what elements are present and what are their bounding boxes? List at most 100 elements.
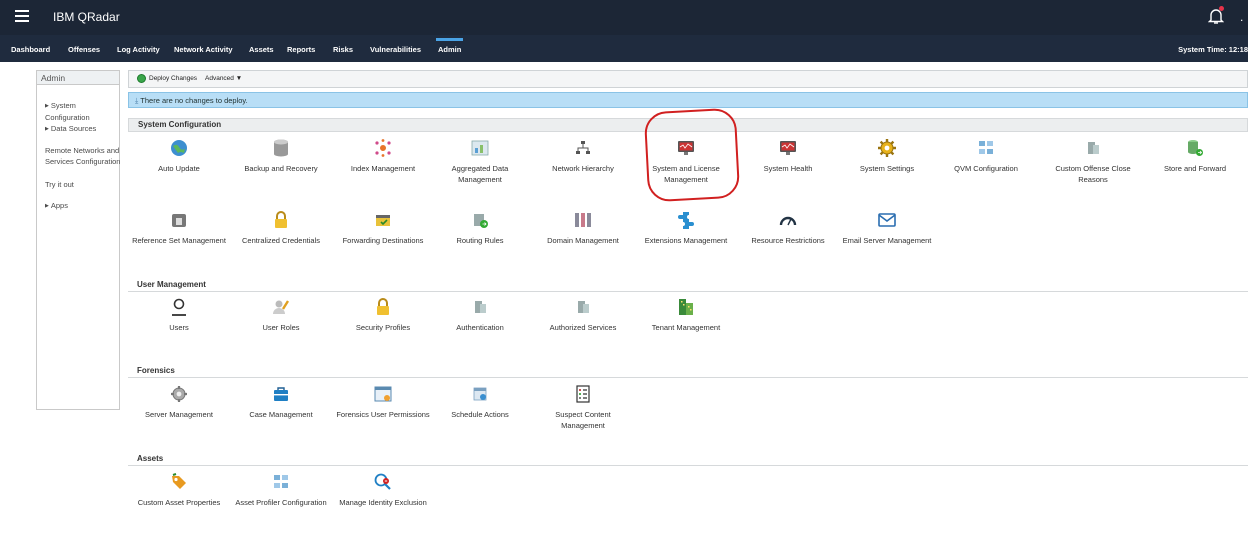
sidebar-item-data-sources[interactable]: ▶ Data Sources <box>45 123 121 135</box>
tile-custom-offense-close-reasons[interactable]: Custom Offense Close Reasons <box>1043 138 1143 185</box>
main-nav: Dashboard Offenses Log Activity Network … <box>0 35 1248 62</box>
sidebar-title: Admin <box>37 71 119 85</box>
tab-network-activity[interactable]: Network Activity <box>174 35 233 62</box>
section-title-forensics: Forensics <box>128 364 1248 378</box>
gauge-icon <box>779 216 797 226</box>
reference-set-icon <box>172 214 186 227</box>
expand-arrow-icon: ▶ <box>45 103 49 109</box>
tile-asset-profiler-configuration[interactable]: Asset Profiler Configuration <box>231 472 331 508</box>
expand-arrow-icon: ▶ <box>45 126 49 132</box>
tab-reports[interactable]: Reports <box>287 35 315 62</box>
tile-reference-set-management[interactable]: Reference Set Management <box>129 210 229 246</box>
hamburger-menu-icon[interactable] <box>15 10 29 22</box>
sidebar-item-try-it-out[interactable]: Try it out <box>45 179 121 190</box>
sidebar-item-apps[interactable]: ▶ Apps <box>45 200 121 212</box>
tile-case-management[interactable]: Case Management <box>231 384 331 420</box>
tab-log-activity[interactable]: Log Activity <box>117 35 160 62</box>
tile-user-roles[interactable]: User Roles <box>231 297 331 333</box>
tab-admin[interactable]: Admin <box>435 35 464 62</box>
info-icon: ⤓ <box>135 96 139 105</box>
tile-forwarding-destinations[interactable]: Forwarding Destinations <box>333 210 433 246</box>
tile-system-settings[interactable]: System Settings <box>837 138 937 174</box>
deploy-icon <box>137 74 146 83</box>
servers-icon <box>1088 142 1099 154</box>
index-icon <box>375 139 391 157</box>
tile-custom-asset-properties[interactable]: Custom Asset Properties <box>129 472 229 508</box>
top-bar: IBM QRadar . <box>0 0 1248 35</box>
tab-vulnerabilities[interactable]: Vulnerabilities <box>370 35 421 62</box>
sidebar-item-system-configuration[interactable]: ▶ System Configuration <box>45 100 121 123</box>
tile-resource-restrictions[interactable]: Resource Restrictions <box>738 210 838 246</box>
expand-arrow-icon: ▶ <box>45 203 49 209</box>
building-icon <box>679 299 693 315</box>
admin-toolbar: Deploy Changes Advanced ▼ <box>128 70 1248 88</box>
tile-authorized-services[interactable]: Authorized Services <box>533 297 633 333</box>
tab-risks[interactable]: Risks <box>333 35 353 62</box>
lock-icon <box>275 211 287 228</box>
health-monitor-icon <box>780 141 796 155</box>
server-gear-icon <box>171 386 187 402</box>
deploy-notice: ⤓ There are no changes to deploy. <box>128 92 1248 108</box>
section-title-user-management: User Management <box>128 278 1248 292</box>
database-icon <box>274 139 288 157</box>
user-roles-icon <box>273 300 290 314</box>
deploy-changes-button[interactable]: Deploy Changes <box>137 74 197 83</box>
identity-exclusion-icon <box>374 473 391 490</box>
routing-icon <box>474 214 488 228</box>
tile-authentication[interactable]: Authentication <box>430 297 530 333</box>
tab-assets[interactable]: Assets <box>249 35 274 62</box>
tile-store-and-forward[interactable]: Store and Forward <box>1145 138 1245 174</box>
servers-icon <box>578 301 589 313</box>
tile-server-management[interactable]: Server Management <box>129 384 229 420</box>
tab-dashboard[interactable]: Dashboard <box>11 35 50 62</box>
advanced-menu-button[interactable]: Advanced ▼ <box>205 75 242 82</box>
forwarding-icon <box>376 215 390 226</box>
tile-aggregated-data-management[interactable]: Aggregated Data Management <box>430 138 530 185</box>
briefcase-icon <box>274 387 288 401</box>
admin-sidebar: Admin ▶ System Configuration ▶ Data Source… <box>36 70 120 410</box>
tile-users[interactable]: Users <box>129 297 229 333</box>
tile-security-profiles[interactable]: Security Profiles <box>333 297 433 333</box>
tile-extensions-management[interactable]: Extensions Management <box>636 210 736 246</box>
tile-auto-update[interactable]: Auto Update <box>129 138 229 174</box>
tile-tenant-management[interactable]: Tenant Management <box>636 297 736 333</box>
profiler-icon <box>274 475 288 488</box>
domain-icon <box>575 213 591 227</box>
network-hierarchy-icon <box>576 141 590 154</box>
user-icon <box>172 298 186 316</box>
system-time: System Time: 12:18 <box>1178 45 1248 54</box>
qvm-icon <box>979 141 993 154</box>
tile-routing-rules[interactable]: Routing Rules <box>430 210 530 246</box>
section-title-assets: Assets <box>128 452 1248 466</box>
user-menu-icon[interactable]: . <box>1240 10 1248 24</box>
tile-system-health[interactable]: System Health <box>738 138 838 174</box>
checklist-icon <box>576 385 590 403</box>
app-title: IBM QRadar <box>53 10 120 24</box>
annotation-highlight-circle <box>643 107 741 203</box>
tile-network-hierarchy[interactable]: Network Hierarchy <box>533 138 633 174</box>
tab-offenses[interactable]: Offenses <box>68 35 100 62</box>
permissions-icon <box>374 386 392 402</box>
globe-update-icon <box>171 140 187 156</box>
tile-backup-recovery[interactable]: Backup and Recovery <box>231 138 331 174</box>
tile-suspect-content-management[interactable]: Suspect Content Management <box>533 384 633 431</box>
puzzle-icon <box>678 212 694 229</box>
data-chart-icon <box>471 140 489 156</box>
tile-manage-identity-exclusion[interactable]: Manage Identity Exclusion <box>333 472 433 508</box>
notification-badge <box>1219 6 1224 11</box>
store-forward-icon <box>1188 140 1203 156</box>
lock-icon <box>377 298 389 315</box>
tag-icon <box>172 473 186 489</box>
calendar-icon <box>473 387 487 401</box>
tile-forensics-user-permissions[interactable]: Forensics User Permissions <box>333 384 433 420</box>
tile-email-server-management[interactable]: Email Server Management <box>837 210 937 246</box>
mail-icon <box>878 213 896 227</box>
tile-domain-management[interactable]: Domain Management <box>533 210 633 246</box>
servers-icon <box>475 301 486 313</box>
gear-icon <box>878 139 896 157</box>
sidebar-item-remote-networks[interactable]: Remote Networks and Services Configurati… <box>45 145 121 167</box>
tile-schedule-actions[interactable]: Schedule Actions <box>430 384 530 420</box>
tile-qvm-configuration[interactable]: QVM Configuration <box>936 138 1036 174</box>
tile-centralized-credentials[interactable]: Centralized Credentials <box>231 210 331 246</box>
tile-index-management[interactable]: Index Management <box>333 138 433 174</box>
